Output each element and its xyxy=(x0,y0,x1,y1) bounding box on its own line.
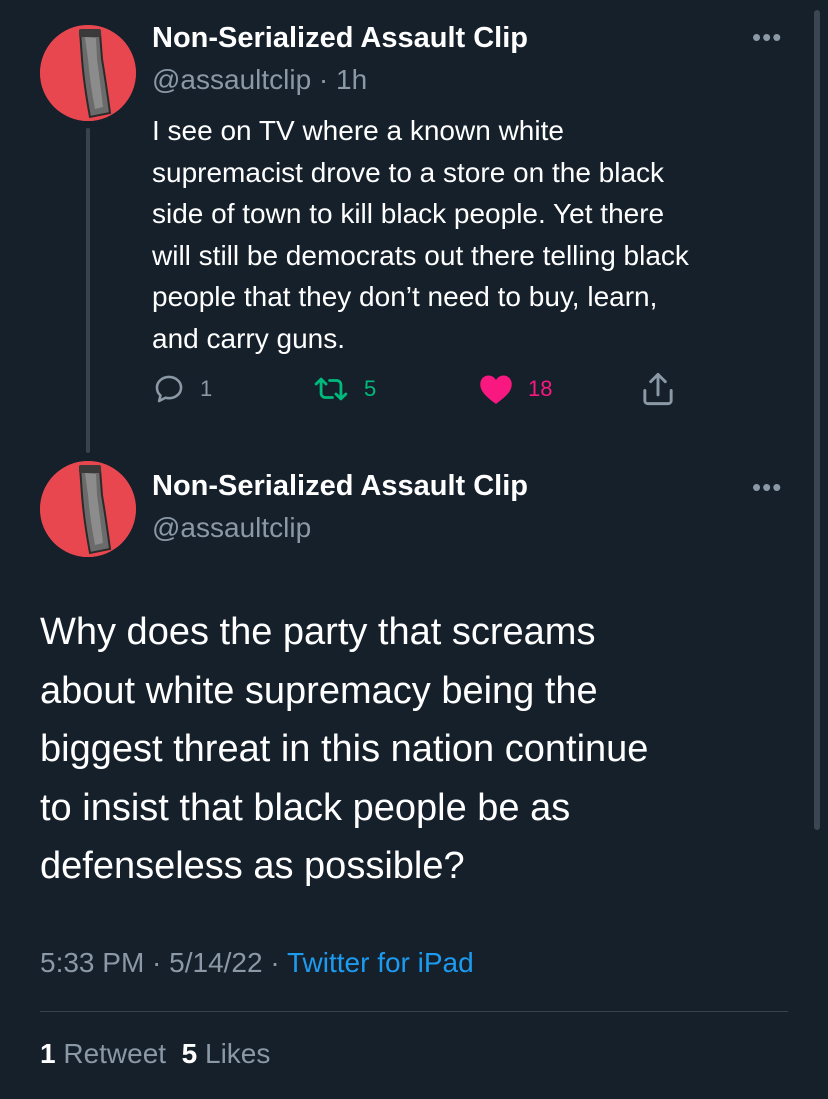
divider xyxy=(40,1011,788,1012)
reply-icon xyxy=(155,375,183,403)
tweet-text-line: about white supremacy being the xyxy=(40,669,598,712)
magazine-clip-icon xyxy=(40,25,136,121)
tweet-text-line: to insist that black people be as xyxy=(40,786,571,829)
tweet-text: I see on TV where a known white supremac… xyxy=(152,110,802,359)
more-horizontal-icon[interactable]: ••• xyxy=(752,472,782,503)
tweet-text-line: I see on TV where a known white xyxy=(152,115,564,146)
tweet-text-line: people that they don’t need to buy, lear… xyxy=(152,281,658,312)
tweet-text-line: will still be democrats out there tellin… xyxy=(152,239,689,271)
tweet-text-line: defenseless as possible? xyxy=(40,845,465,887)
retweets-stat[interactable]: 1 Retweet xyxy=(40,1038,166,1069)
handle[interactable]: @assaultclip xyxy=(152,64,311,95)
share-button[interactable] xyxy=(640,370,676,408)
source-link[interactable]: Twitter for iPad xyxy=(287,947,474,978)
scrollbar[interactable] xyxy=(814,10,820,830)
tweet-text: Why does the party that screams about wh… xyxy=(40,603,800,896)
likes-stat[interactable]: 5 Likes xyxy=(182,1038,271,1069)
tweet-text-line: side of town to kill black people. Yet t… xyxy=(152,198,665,229)
tweet-meta: 5:33 PM · 5/14/22 · Twitter for iPad xyxy=(40,947,474,979)
handle[interactable]: @assaultclip xyxy=(152,512,311,544)
tweet-text-line: biggest threat in this nation continue xyxy=(40,728,649,770)
more-horizontal-icon[interactable]: ••• xyxy=(752,22,782,53)
tweet-text-line: and carry guns. xyxy=(152,322,345,354)
avatar[interactable] xyxy=(40,25,136,121)
timestamp[interactable]: 5:33 PM · 5/14/22 · xyxy=(40,947,287,978)
magazine-clip-icon xyxy=(40,461,136,557)
reply-count: 1 xyxy=(200,376,213,401)
handle-and-time[interactable]: @assaultclip · 1h xyxy=(152,64,367,96)
display-name[interactable]: Non-Serialized Assault Clip xyxy=(152,470,528,503)
retweet-icon xyxy=(314,377,348,401)
likes-count: 5 xyxy=(181,1038,198,1069)
retweet-count: 5 xyxy=(364,376,377,401)
tweet-text-line: supremacist drove to a store on the blac… xyxy=(152,156,665,188)
retweet-button[interactable]: 5 xyxy=(312,372,376,406)
tweet-text-line: Why does the party that screams xyxy=(40,611,596,653)
heart-icon xyxy=(480,375,512,404)
like-count: 18 xyxy=(528,376,553,401)
likes-label: Likes xyxy=(205,1038,271,1069)
thread-line xyxy=(86,128,90,453)
display-name[interactable]: Non-Serialized Assault Clip xyxy=(152,22,528,55)
reply-button[interactable]: 1 xyxy=(152,372,212,406)
share-icon xyxy=(643,372,673,406)
like-button[interactable]: 18 xyxy=(478,372,552,406)
tweet-time[interactable]: 1h xyxy=(336,64,367,95)
retweets-count: 1 xyxy=(40,1038,56,1069)
avatar[interactable] xyxy=(40,461,136,557)
retweets-label: Retweet xyxy=(63,1038,167,1069)
tweet-stats: 1 Retweet 5 Likes xyxy=(40,1038,270,1070)
